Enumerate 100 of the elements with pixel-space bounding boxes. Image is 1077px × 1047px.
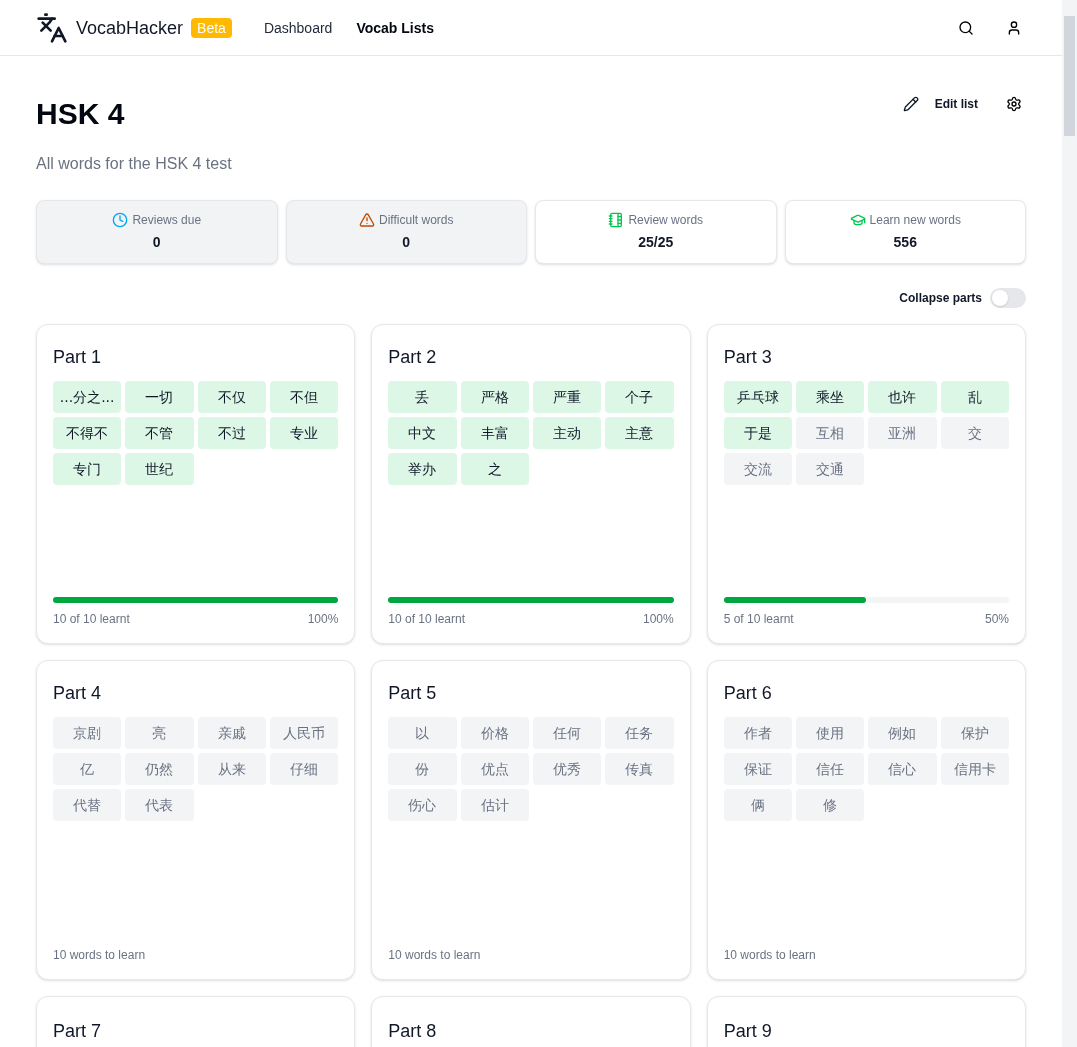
part-title: Part 5 bbox=[388, 682, 438, 705]
word-chip[interactable]: 仍然 bbox=[125, 753, 194, 785]
word-chip[interactable]: 交流 bbox=[723, 453, 792, 485]
word-chip[interactable]: 丰富 bbox=[460, 417, 529, 449]
stat-card[interactable]: Learn new words 556 bbox=[784, 200, 1026, 264]
word-chip[interactable]: 乱 bbox=[940, 381, 1009, 413]
word-chip[interactable]: 京剧 bbox=[53, 717, 122, 749]
brand-name[interactable]: VocabHacker bbox=[76, 13, 184, 42]
word-chip[interactable]: 乘坐 bbox=[796, 381, 865, 413]
word-chip[interactable]: 例如 bbox=[868, 717, 937, 749]
word-chip[interactable]: 任务 bbox=[605, 717, 674, 749]
word-chip[interactable]: 作者 bbox=[723, 717, 792, 749]
scrollbar[interactable] bbox=[1062, 0, 1077, 1047]
stat-label: Review words bbox=[628, 212, 704, 228]
stat-value: 0 bbox=[152, 233, 161, 252]
list-title: HSK 4 bbox=[36, 96, 125, 132]
word-chip[interactable]: 交 bbox=[940, 417, 1009, 449]
part-card[interactable]: Part 4 京剧 亮 亲戚 人民币 亿 仍然 从来 仔细 代替 代表 10 words to learn bbox=[36, 660, 356, 980]
nav-link[interactable]: Dashboard bbox=[263, 17, 333, 38]
progress-percent: 100% bbox=[642, 611, 674, 627]
word-chip[interactable]: 信用卡 bbox=[940, 753, 1009, 785]
word-chip[interactable]: 信心 bbox=[868, 753, 937, 785]
part-status: 10 words to learn bbox=[53, 947, 146, 963]
word-chip[interactable]: 优点 bbox=[460, 753, 529, 785]
word-chip[interactable]: 举办 bbox=[388, 453, 457, 485]
word-chip[interactable]: 亮 bbox=[125, 717, 194, 749]
word-chip[interactable]: 严格 bbox=[460, 381, 529, 413]
stat-card[interactable]: Review words 25/25 bbox=[535, 200, 777, 264]
word-chip[interactable]: 修 bbox=[796, 789, 865, 821]
word-chip[interactable]: 估计 bbox=[460, 789, 529, 821]
graduation-cap-icon bbox=[849, 212, 866, 228]
part-card[interactable]: Part 9 bbox=[706, 996, 1026, 1047]
word-chip[interactable]: 保护 bbox=[940, 717, 1009, 749]
word-chip[interactable]: 不但 bbox=[270, 381, 339, 413]
word-chip[interactable]: 份 bbox=[388, 753, 457, 785]
word-chip[interactable]: 一切 bbox=[125, 381, 194, 413]
word-chip[interactable]: 任何 bbox=[533, 717, 602, 749]
word-chip[interactable]: 亲戚 bbox=[197, 717, 266, 749]
part-card[interactable]: Part 8 bbox=[371, 996, 691, 1047]
part-title: Part 1 bbox=[53, 346, 103, 369]
part-title: Part 7 bbox=[53, 1021, 102, 1041]
collapse-toggle[interactable] bbox=[990, 288, 1026, 308]
word-chip[interactable]: 亚洲 bbox=[868, 417, 937, 449]
word-chip[interactable]: 交通 bbox=[796, 453, 865, 485]
word-chip[interactable]: 不得不 bbox=[53, 417, 122, 449]
part-status: 10 of 10 learnt bbox=[53, 611, 130, 627]
word-chip[interactable]: 优秀 bbox=[533, 753, 602, 785]
list-description: All words for the HSK 4 test bbox=[36, 154, 233, 174]
word-chip[interactable]: 价格 bbox=[460, 717, 529, 749]
word-chip[interactable]: 主意 bbox=[605, 417, 674, 449]
word-chip[interactable]: 人民币 bbox=[270, 717, 339, 749]
word-chip[interactable]: 不管 bbox=[125, 417, 194, 449]
word-chip[interactable]: 主动 bbox=[533, 417, 602, 449]
part-card[interactable]: Part 5 以 价格 任何 任务 份 优点 优秀 传真 伤心 估计 10 words to learn bbox=[371, 660, 691, 980]
stat-label: Learn new words bbox=[869, 212, 961, 228]
word-chip[interactable]: 个子 bbox=[605, 381, 674, 413]
word-chip[interactable]: 代表 bbox=[125, 789, 194, 821]
part-title: Part 9 bbox=[723, 1021, 772, 1041]
edit-list-button[interactable]: Edit list bbox=[894, 92, 986, 116]
word-chip[interactable]: 丢 bbox=[388, 381, 457, 413]
stat-label: Reviews due bbox=[132, 212, 202, 228]
word-chip[interactable]: 专业 bbox=[270, 417, 339, 449]
part-title: Part 6 bbox=[723, 682, 773, 705]
notebook-icon bbox=[608, 212, 625, 228]
word-chip[interactable]: 信任 bbox=[796, 753, 865, 785]
part-card[interactable]: Part 7 bbox=[36, 996, 356, 1047]
part-card[interactable]: Part 6 作者 使用 例如 保护 保证 信任 信心 信用卡 俩 修 10 words to learn bbox=[706, 660, 1026, 980]
word-chip[interactable]: 中文 bbox=[388, 417, 457, 449]
word-chip[interactable]: 代替 bbox=[53, 789, 122, 821]
word-chip[interactable]: 保证 bbox=[723, 753, 792, 785]
word-chip[interactable]: 传真 bbox=[605, 753, 674, 785]
word-chip[interactable]: 俩 bbox=[723, 789, 792, 821]
part-title: Part 4 bbox=[53, 682, 103, 705]
word-chip[interactable]: 以 bbox=[388, 717, 457, 749]
part-title: Part 2 bbox=[388, 346, 438, 369]
part-card[interactable]: Part 2 丢 严格 严重 个子 中文 丰富 主动 主意 举办 之 10 of 10 learnt 100% bbox=[371, 324, 691, 644]
word-chip[interactable]: 从来 bbox=[197, 753, 266, 785]
word-chip[interactable]: 伤心 bbox=[388, 789, 457, 821]
word-chip[interactable]: 之 bbox=[460, 453, 529, 485]
word-chip[interactable]: 严重 bbox=[533, 381, 602, 413]
part-card[interactable]: Part 1 ...分之... 一切 不仅 不但 不得不 不管 不过 专业 专门 世纪 10 of 10 learnt 100% bbox=[36, 324, 356, 644]
nav-link[interactable]: Vocab Lists bbox=[356, 17, 434, 38]
word-chip[interactable]: 世纪 bbox=[125, 453, 194, 485]
translate-logo-icon[interactable] bbox=[36, 11, 68, 44]
part-status: 10 of 10 learnt bbox=[388, 611, 466, 627]
part-card[interactable]: Part 3 乒乓球 乘坐 也许 乱 于是 互相 亚洲 交 交流 交通 5 of 10 learnt 50% bbox=[706, 324, 1026, 644]
part-status: 10 words to learn bbox=[723, 947, 816, 963]
word-chip[interactable]: 仔细 bbox=[270, 753, 339, 785]
word-chip[interactable]: 专门 bbox=[53, 453, 122, 485]
word-chip[interactable]: 亿 bbox=[53, 753, 122, 785]
clock-icon bbox=[112, 212, 129, 228]
word-chip[interactable]: 互相 bbox=[796, 417, 865, 449]
word-chip[interactable]: 乒乓球 bbox=[723, 381, 792, 413]
word-chip[interactable]: ...分之... bbox=[53, 381, 122, 413]
word-chip[interactable]: 也许 bbox=[868, 381, 937, 413]
word-chip[interactable]: 使用 bbox=[796, 717, 865, 749]
word-chip[interactable]: 不仅 bbox=[197, 381, 266, 413]
word-chip[interactable]: 不过 bbox=[197, 417, 266, 449]
progress-percent: 100% bbox=[307, 611, 339, 627]
word-chip[interactable]: 于是 bbox=[723, 417, 792, 449]
